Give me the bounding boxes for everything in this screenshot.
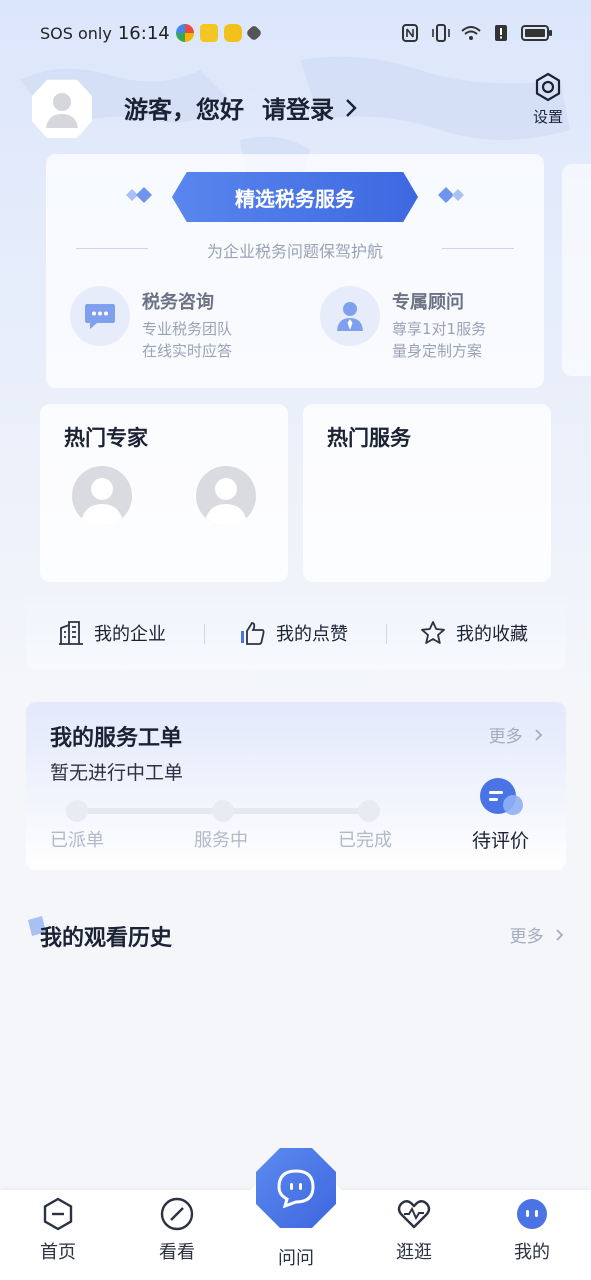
app-notification-icon <box>223 24 242 42</box>
diamond-decoration-icon <box>126 187 152 203</box>
hot-services-title: 热门服务 <box>327 426 411 450</box>
history-title: 我的观看历史 <box>40 926 173 951</box>
my-company-link[interactable]: 我的企业 <box>58 616 166 650</box>
nav-discover[interactable]: 看看 <box>137 1196 217 1276</box>
nav-mine[interactable]: 我的 <box>492 1196 572 1276</box>
tax-consult-item[interactable]: 税务咨询 专业税务团队 在线实时应答 <box>70 286 290 362</box>
nav-label: 首页 <box>40 1242 76 1263</box>
service-title: 专属顾问 <box>392 292 464 313</box>
hot-services-card[interactable]: 热门服务 <box>303 404 551 582</box>
service-desc-line2: 在线实时应答 <box>142 342 233 360</box>
profile-header: 游客，您好 请登录 设置 <box>32 72 572 144</box>
nav-home[interactable]: 首页 <box>18 1196 98 1276</box>
divider <box>442 248 514 249</box>
default-avatar-icon <box>80 478 124 526</box>
chevron-right-icon <box>346 98 357 117</box>
progress-dot <box>358 800 380 822</box>
premium-service-card: 精选税务服务 为企业税务问题保驾护航 税务咨询 专业税务团队 在线实时应答 专属… <box>46 154 544 388</box>
progress-dot <box>212 800 234 822</box>
heart-pulse-icon <box>397 1200 431 1229</box>
service-title: 税务咨询 <box>142 292 214 313</box>
carrier-text: SOS only <box>40 23 112 43</box>
chevron-right-icon <box>535 729 543 741</box>
login-link[interactable]: 游客，您好 请登录 <box>124 90 358 125</box>
profile-icon <box>517 1199 547 1229</box>
quick-link-label: 我的点赞 <box>276 624 348 645</box>
expert-avatar[interactable] <box>72 466 132 526</box>
thumbs-up-icon <box>241 622 265 645</box>
quick-link-label: 我的收藏 <box>456 624 528 645</box>
compass-icon <box>160 1197 194 1231</box>
chevron-right-icon <box>556 929 564 941</box>
settings-button[interactable]: 设置 <box>528 72 568 128</box>
service-desc-line1: 尊享1对1服务 <box>392 320 487 338</box>
nav-browse[interactable]: 逛逛 <box>374 1196 454 1276</box>
app-notification-icon <box>199 24 218 42</box>
step-dispatched[interactable]: 已派单 <box>50 826 104 852</box>
step-completed[interactable]: 已完成 <box>338 826 392 852</box>
signal-alert-icon <box>495 25 507 41</box>
quick-links-bar: 我的企业 我的点赞 我的收藏 <box>26 596 566 670</box>
vibrate-icon <box>432 24 450 42</box>
nav-label: 看看 <box>159 1242 195 1263</box>
expert-avatar[interactable] <box>196 466 256 526</box>
my-likes-link[interactable]: 我的点赞 <box>240 616 348 650</box>
divider <box>204 624 205 644</box>
advisor-icon <box>337 302 363 331</box>
chat-icon <box>277 1169 315 1208</box>
hot-experts-card[interactable]: 热门专家 <box>40 404 288 582</box>
diamond-decoration-icon <box>438 187 464 203</box>
star-icon <box>421 621 445 644</box>
chat-bubble-icon <box>85 304 115 329</box>
service-desc-line2: 量身定制方案 <box>392 342 483 360</box>
service-icon-bg <box>320 286 380 346</box>
pending-review-label[interactable]: 待评价 <box>472 826 529 853</box>
login-action-text: 请登录 <box>262 96 334 124</box>
side-card-peek <box>562 164 591 376</box>
gear-icon <box>535 72 561 102</box>
wifi-icon <box>461 26 481 40</box>
nfc-icon <box>402 24 418 42</box>
my-favorites-link[interactable]: 我的收藏 <box>420 616 528 650</box>
hot-experts-title: 热门专家 <box>64 426 148 450</box>
more-label: 更多 <box>509 927 544 947</box>
service-icon-bg <box>70 286 130 346</box>
app-notification-icon <box>175 24 194 42</box>
progress-dot <box>66 800 88 822</box>
divider <box>386 624 387 644</box>
work-orders-empty-text: 暂无进行中工单 <box>50 762 184 784</box>
nav-ask-button[interactable] <box>256 1148 336 1228</box>
home-icon <box>43 1197 73 1231</box>
banner-title: 精选税务服务 <box>172 172 418 222</box>
service-desc-line1: 专业税务团队 <box>142 320 233 338</box>
default-avatar-icon <box>46 93 78 128</box>
work-orders-card: 我的服务工单 更多 暂无进行中工单 已派单 服务中 已完成 待评价 <box>26 702 566 870</box>
more-label: 更多 <box>488 727 523 747</box>
app-notification-icon <box>245 24 263 42</box>
advisor-item[interactable]: 专属顾问 尊享1对1服务 量身定制方案 <box>320 286 540 362</box>
nav-label: 问问 <box>278 1248 314 1269</box>
settings-label: 设置 <box>532 108 563 126</box>
quick-link-label: 我的企业 <box>94 624 166 645</box>
greeting-text: 游客，您好 <box>124 96 244 124</box>
work-orders-more-link[interactable]: 更多 <box>489 722 544 747</box>
clock: 16:14 <box>117 22 170 44</box>
service-subtitle: 为企业税务问题保驾护航 <box>206 242 383 261</box>
nav-label: 逛逛 <box>396 1242 432 1263</box>
battery-icon <box>521 25 552 41</box>
step-in-service[interactable]: 服务中 <box>194 826 248 852</box>
nav-label: 我的 <box>514 1242 550 1263</box>
default-avatar-icon <box>204 478 248 526</box>
pending-review-icon[interactable] <box>478 778 526 818</box>
work-orders-title: 我的服务工单 <box>50 726 183 751</box>
avatar[interactable] <box>32 79 92 138</box>
history-more-link[interactable]: 更多 <box>510 922 565 947</box>
status-bar: SOS only 16:14 <box>0 0 591 66</box>
building-icon <box>59 621 83 645</box>
